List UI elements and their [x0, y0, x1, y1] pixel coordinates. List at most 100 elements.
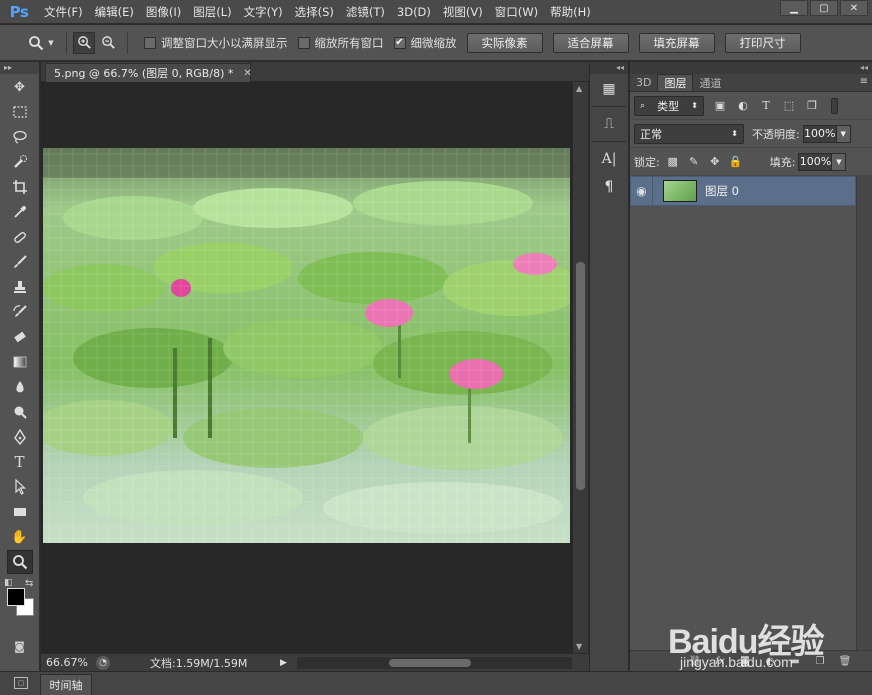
filter-smart-object-icon[interactable]: ❐	[805, 99, 819, 113]
type-tool[interactable]: T	[7, 450, 33, 474]
filter-pixel-icon[interactable]: ▣	[713, 99, 727, 113]
menu-window[interactable]: 窗口(W)	[489, 0, 544, 24]
opacity-dropdown-icon[interactable]: ▼	[836, 124, 851, 143]
blur-tool[interactable]	[7, 375, 33, 399]
timeline-panel-icon[interactable]: ▢	[14, 677, 28, 689]
scroll-down-icon[interactable]: ▼	[576, 642, 582, 651]
mask-icon[interactable]: ◙	[738, 654, 752, 668]
tab-channels[interactable]: 通道	[693, 74, 727, 91]
horizontal-scroll-thumb[interactable]	[388, 658, 471, 667]
fill-input[interactable]: 100%	[798, 152, 833, 171]
move-tool[interactable]: ✥	[7, 75, 33, 99]
swatches-panel-button[interactable]: ▦	[594, 76, 624, 102]
lasso-tool[interactable]	[7, 125, 33, 149]
canvas-area[interactable]	[41, 82, 572, 653]
menu-layer[interactable]: 图层(L)	[187, 0, 237, 24]
dock-collapse-icon[interactable]: ◂◂	[590, 62, 628, 74]
pen-tool[interactable]	[7, 425, 33, 449]
brush-tool[interactable]	[7, 250, 33, 274]
zoom-all-windows-option[interactable]: 缩放所有窗口	[297, 35, 384, 51]
clone-stamp-tool[interactable]	[7, 275, 33, 299]
document-tab[interactable]: 5.png @ 66.7% (图层 0, RGB/8) * ✕	[45, 63, 252, 82]
tab-3d[interactable]: 3D	[630, 74, 657, 91]
link-icon[interactable]: ⛓	[688, 654, 702, 668]
tab-timeline[interactable]: 时间轴	[40, 674, 92, 695]
swap-colors-icon[interactable]: ⇆	[25, 578, 33, 589]
filter-shape-icon[interactable]: ⬚	[782, 99, 796, 113]
layers-scrollbar[interactable]	[856, 176, 872, 650]
history-brush-tool[interactable]	[7, 300, 33, 324]
lock-pixels-icon[interactable]: ✎	[686, 154, 702, 170]
zoom-tool[interactable]	[6, 550, 33, 574]
eye-icon[interactable]: ◉	[631, 177, 653, 205]
layer-row[interactable]: ◉ 图层 0	[630, 176, 856, 206]
fit-screen-button[interactable]: 适合屏幕	[552, 32, 629, 53]
menu-3d[interactable]: 3D(D)	[391, 0, 437, 24]
trash-icon[interactable]: 🗑	[838, 654, 852, 668]
filter-kind-select[interactable]: ⌕ 类型 ⬍	[634, 95, 704, 116]
tool-preset-picker[interactable]: ▼	[22, 31, 60, 55]
lock-transparency-icon[interactable]: ▩	[665, 154, 681, 170]
menu-help[interactable]: 帮助(H)	[544, 0, 597, 24]
zoom-level[interactable]: 66.67%	[41, 656, 91, 669]
maximize-icon[interactable]: ▢	[810, 0, 838, 16]
panel-collapse-icon[interactable]: ◂◂	[630, 62, 872, 74]
eyedropper-tool[interactable]	[7, 200, 33, 224]
status-menu-arrow-icon[interactable]: ▶	[280, 658, 287, 668]
paragraph-panel-button[interactable]: ¶	[594, 174, 624, 200]
new-layer-icon[interactable]: ❐	[813, 654, 827, 668]
quick-selection-tool[interactable]	[7, 150, 33, 174]
panel-menu-icon[interactable]: ≡	[860, 76, 868, 87]
healing-brush-tool[interactable]	[7, 225, 33, 249]
folder-icon[interactable]: ▬	[788, 654, 802, 668]
menu-filter[interactable]: 滤镜(T)	[340, 0, 391, 24]
tab-layers[interactable]: 图层	[657, 74, 694, 91]
crop-tool[interactable]	[7, 175, 33, 199]
gradient-tool[interactable]	[7, 350, 33, 374]
scrubby-zoom-checkbox[interactable]: ✔	[393, 36, 406, 49]
history-panel-button[interactable]: ⎍	[594, 111, 624, 137]
fill-screen-button[interactable]: 填充屏幕	[638, 32, 715, 53]
lock-position-icon[interactable]: ✥	[707, 154, 723, 170]
zoom-out-button[interactable]	[97, 32, 119, 54]
vertical-scrollbar[interactable]: ▲ ▼	[572, 82, 588, 653]
menu-select[interactable]: 选择(S)	[289, 0, 340, 24]
scroll-up-icon[interactable]: ▲	[576, 84, 582, 93]
close-icon[interactable]: ✕	[243, 68, 251, 79]
resize-windows-option[interactable]: 调整窗口大小以满屏显示	[144, 35, 288, 51]
lock-all-icon[interactable]: 🔒	[728, 154, 744, 170]
print-size-button[interactable]: 打印尺寸	[724, 32, 801, 53]
blend-mode-select[interactable]: 正常 ⬍	[634, 123, 744, 144]
resize-windows-checkbox[interactable]	[144, 36, 156, 49]
quick-mask-button[interactable]: ◙	[7, 636, 33, 656]
path-selection-tool[interactable]	[7, 475, 33, 499]
eraser-tool[interactable]	[7, 325, 33, 349]
canvas-image[interactable]	[43, 148, 570, 543]
filter-type-icon[interactable]: T	[759, 99, 773, 113]
vertical-scroll-thumb[interactable]	[576, 262, 585, 490]
hand-tool[interactable]: ✋	[7, 525, 33, 549]
foreground-color[interactable]	[7, 588, 25, 606]
menu-edit[interactable]: 编辑(E)	[89, 0, 140, 24]
close-icon[interactable]: ✕	[840, 0, 868, 16]
rectangle-tool[interactable]	[7, 500, 33, 524]
dodge-tool[interactable]	[7, 400, 33, 424]
default-colors-icon[interactable]: ◧	[4, 578, 13, 588]
fx-icon[interactable]: fx	[713, 654, 727, 668]
character-panel-button[interactable]: A|	[594, 146, 624, 172]
horizontal-scrollbar[interactable]	[296, 656, 572, 669]
zoom-in-button[interactable]	[73, 31, 95, 54]
scrubby-zoom-option[interactable]: ✔ 细微缩放	[393, 35, 457, 51]
actual-pixels-button[interactable]: 实际像素	[466, 32, 543, 53]
toolbox-collapse-icon[interactable]: ▸▸	[0, 62, 39, 74]
status-info-icon[interactable]: ◔	[96, 655, 110, 670]
layer-name[interactable]: 图层 0	[705, 183, 739, 199]
opacity-input[interactable]: 100%	[802, 124, 837, 143]
menu-file[interactable]: 文件(F)	[38, 0, 89, 24]
adjustment-icon[interactable]: ◐	[763, 654, 777, 668]
filter-adjustment-icon[interactable]: ◐	[736, 99, 750, 113]
filter-toggle[interactable]	[831, 97, 838, 114]
zoom-all-windows-checkbox[interactable]	[297, 36, 310, 49]
minimize-icon[interactable]: ▁	[780, 0, 808, 16]
menu-view[interactable]: 视图(V)	[437, 0, 489, 24]
